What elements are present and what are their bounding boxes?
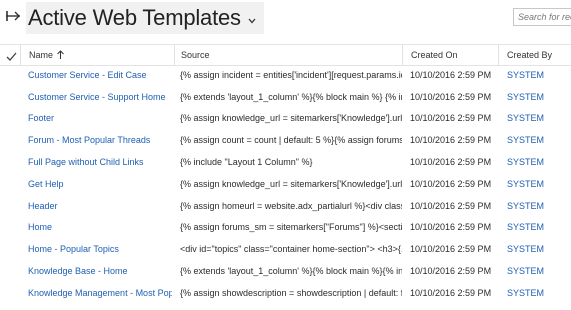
row-created-on: 10/10/2016 2:59 PM: [410, 157, 492, 168]
row-created-by-link[interactable]: SYSTEM: [507, 64, 567, 86]
row-source: {% assign showdescription = showdescript…: [180, 287, 402, 298]
column-header-created-on-label: Created On: [411, 50, 458, 60]
row-created-on: 10/10/2016 2:59 PM: [410, 91, 492, 102]
row-source: <div id="topics" class="container home-s…: [180, 244, 402, 255]
column-header-created-by[interactable]: Created By: [498, 45, 571, 65]
table-row[interactable]: Knowledge Base - Home {% extends 'layout…: [0, 260, 571, 282]
row-name-link[interactable]: Home - Popular Topics: [28, 238, 172, 260]
row-created-by-link[interactable]: SYSTEM: [507, 129, 567, 151]
row-name-link[interactable]: Footer: [28, 108, 172, 130]
column-header-source-label: Source: [181, 50, 210, 60]
search-input[interactable]: Search for reco: [513, 8, 571, 26]
row-source: {% assign homeurl = website.adx_partialu…: [180, 200, 402, 211]
row-source: {% assign count = count | default: 5 %}{…: [180, 135, 402, 146]
row-created-on: 10/10/2016 2:59 PM: [410, 244, 492, 255]
table-row[interactable]: Header {% assign homeurl = website.adx_p…: [0, 195, 571, 217]
row-created-on: 10/10/2016 2:59 PM: [410, 113, 492, 124]
row-created-on: 10/10/2016 2:59 PM: [410, 135, 492, 146]
chevron-down-icon: [248, 11, 256, 29]
row-source: {% extends 'layout_1_column' %}{% block …: [180, 91, 402, 102]
row-name-link[interactable]: Customer Service - Support Home: [28, 86, 172, 108]
row-created-on: 10/10/2016 2:59 PM: [410, 266, 492, 277]
table-row[interactable]: Get Help {% assign knowledge_url = sitem…: [0, 173, 571, 195]
row-name-link[interactable]: Knowledge Management - Most Pop...: [28, 282, 172, 304]
row-created-on: 10/10/2016 2:59 PM: [410, 222, 492, 233]
row-created-by-link[interactable]: SYSTEM: [507, 151, 567, 173]
table-row[interactable]: Customer Service - Edit Case {% assign i…: [0, 64, 571, 86]
row-name-link[interactable]: Forum - Most Popular Threads: [28, 129, 172, 151]
row-created-on: 10/10/2016 2:59 PM: [410, 287, 492, 298]
row-name-link[interactable]: Get Help: [28, 173, 172, 195]
column-header-created-on[interactable]: Created On: [402, 45, 507, 65]
row-source: {% extends 'layout_1_column' %}{% block …: [180, 266, 402, 277]
row-name-link[interactable]: Header: [28, 195, 172, 217]
row-created-on: 10/10/2016 2:59 PM: [410, 178, 492, 189]
row-name-link[interactable]: Home: [28, 217, 172, 239]
column-header-created-by-label: Created By: [507, 50, 553, 60]
row-name-link[interactable]: Customer Service - Edit Case: [28, 64, 172, 86]
row-name-link[interactable]: Knowledge Base - Home: [28, 260, 172, 282]
column-header-name-label: Name: [29, 50, 54, 60]
row-created-by-link[interactable]: SYSTEM: [507, 260, 567, 282]
row-name-link[interactable]: Full Page without Child Links: [28, 151, 172, 173]
row-created-by-link[interactable]: SYSTEM: [507, 238, 567, 260]
table-row[interactable]: Knowledge Management - Most Pop... {% as…: [0, 282, 571, 304]
column-header-source[interactable]: Source: [174, 45, 409, 65]
table-row[interactable]: Forum - Most Popular Threads {% assign c…: [0, 129, 571, 151]
page-title: Active Web Templates: [28, 5, 241, 30]
top-bar: Active Web Templates Search for reco: [0, 0, 571, 38]
row-created-by-link[interactable]: SYSTEM: [507, 217, 567, 239]
row-source: {% assign knowledge_url = sitemarkers['K…: [180, 178, 402, 189]
row-created-on: 10/10/2016 2:59 PM: [410, 69, 492, 80]
row-created-by-link[interactable]: SYSTEM: [507, 86, 567, 108]
pin-icon[interactable]: [5, 9, 21, 23]
record-list: Customer Service - Edit Case {% assign i…: [0, 64, 571, 304]
column-header-name[interactable]: Name: [20, 45, 183, 65]
sort-ascending-icon: [57, 49, 64, 61]
table-row[interactable]: Home {% assign forums_sm = sitemarkers["…: [0, 217, 571, 239]
row-created-by-link[interactable]: SYSTEM: [507, 173, 567, 195]
grid-header: Name Source Created On Created By: [0, 44, 571, 66]
row-source: {% assign knowledge_url = sitemarkers['K…: [180, 113, 402, 124]
row-source: {% assign incident = entities['incident'…: [180, 69, 402, 80]
table-row[interactable]: Full Page without Child Links {% include…: [0, 151, 571, 173]
row-created-by-link[interactable]: SYSTEM: [507, 282, 567, 304]
row-created-by-link[interactable]: SYSTEM: [507, 195, 567, 217]
table-row[interactable]: Home - Popular Topics <div id="topics" c…: [0, 238, 571, 260]
view-selector[interactable]: Active Web Templates: [26, 2, 264, 34]
row-source: {% assign forums_sm = sitemarkers["Forum…: [180, 222, 402, 233]
row-source: {% include "Layout 1 Column" %}: [180, 157, 313, 168]
table-row[interactable]: Footer {% assign knowledge_url = sitemar…: [0, 108, 571, 130]
table-row[interactable]: Customer Service - Support Home {% exten…: [0, 86, 571, 108]
row-created-by-link[interactable]: SYSTEM: [507, 108, 567, 130]
row-created-on: 10/10/2016 2:59 PM: [410, 200, 492, 211]
